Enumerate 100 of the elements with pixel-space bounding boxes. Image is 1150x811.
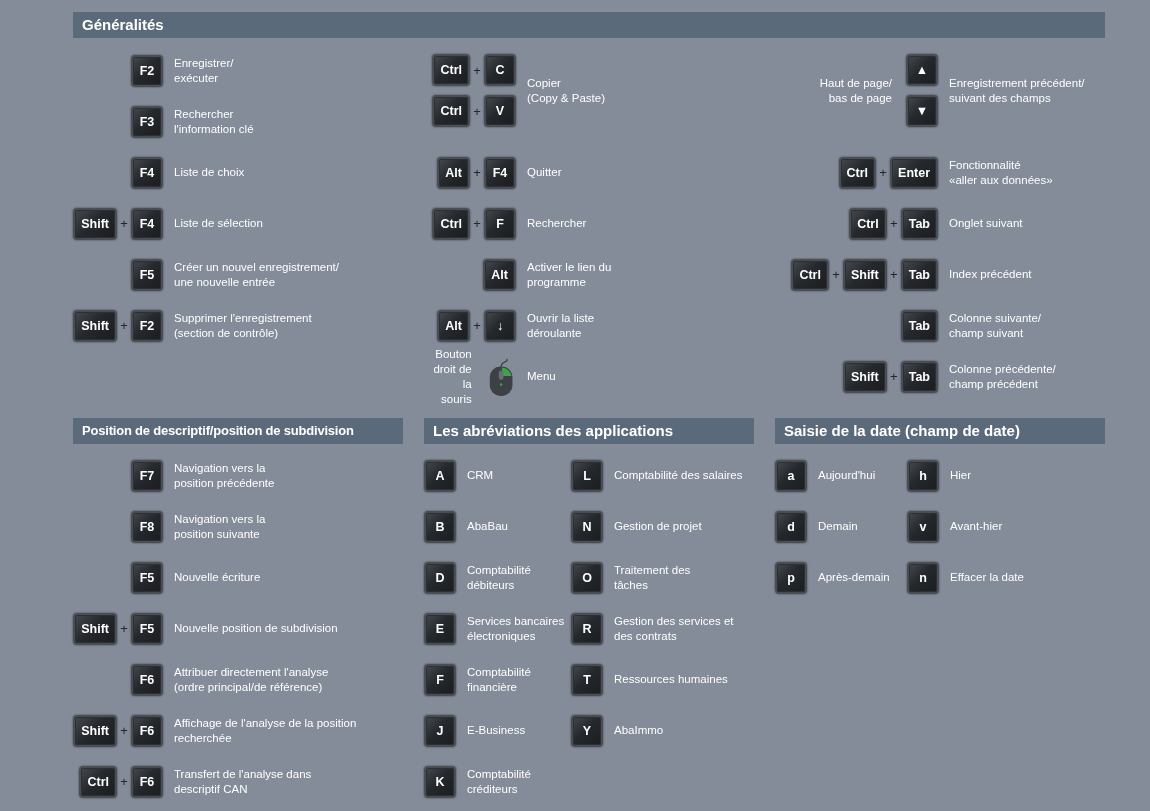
key-cap: T [571, 663, 603, 696]
section-header: Saisie de la date (champ de date) [775, 418, 1105, 444]
key-cap: F2 [131, 54, 163, 87]
key-cap: Ctrl [791, 258, 829, 291]
shortcut-description: Rechercher [527, 216, 587, 231]
key-cap: F6 [131, 663, 163, 696]
shortcut-description: Colonne suivante/ champ suivant [949, 310, 1042, 341]
key-cap: B [424, 510, 456, 543]
key-cap: F4 [131, 207, 163, 240]
shortcut-description: Liste de choix [174, 165, 245, 180]
shortcut-description: Services bancaires électroniques [467, 613, 565, 644]
plus-sign: + [119, 774, 129, 789]
shortcut-description: Navigation vers la position précédente [174, 460, 275, 491]
key-cap: Tab [900, 309, 938, 342]
key-cap: ▼ [906, 95, 938, 127]
key-cap: F5 [131, 612, 163, 645]
shortcut-description: Transfert de l'analyse dans descriptif CAN [174, 766, 312, 797]
key-cap: N [571, 510, 603, 543]
shortcut-description: Aujourd'hui [818, 468, 876, 483]
key-cap: Alt [483, 258, 516, 291]
key-cap: Ctrl [432, 54, 470, 86]
shortcut-description: AbaBau [467, 519, 508, 534]
key-cap: Ctrl [432, 207, 470, 240]
plus-sign: + [119, 723, 129, 738]
key-cap: A [424, 459, 456, 492]
key-cap: Tab [900, 258, 938, 291]
shortcut-description: Nouvelle écriture [174, 570, 261, 585]
shortcut-description: Comptabilité débiteurs [467, 562, 531, 593]
shortcut-description: Comptabilité créditeurs [467, 766, 531, 797]
key-cap: Alt [437, 156, 470, 189]
key-cap: R [571, 612, 603, 645]
key-cap: Shift [73, 207, 117, 240]
key-cap: Shift [842, 360, 887, 393]
key-cap: Ctrl [838, 156, 877, 189]
shortcut-description: Traitement des tâches [614, 562, 691, 593]
plus-sign: + [119, 318, 129, 333]
shortcut-description: Demain [818, 519, 858, 534]
key-cap: F6 [131, 765, 163, 798]
shortcut-description: AbaImmo [614, 723, 664, 738]
key-cap: F [424, 663, 456, 696]
key-cap: E [424, 612, 456, 645]
key-cap: K [424, 765, 456, 798]
shortcut-description: Ressources humaines [614, 672, 728, 687]
shortcut-description: Index précédent [949, 267, 1032, 282]
shortcut-description: Copier (Copy & Paste) [527, 75, 605, 106]
shortcut-description: Affichage de l'analyse de la position recherchée [174, 715, 357, 746]
shortcut-description: Comptabilité des salaires [614, 468, 743, 483]
plus-sign: + [888, 267, 899, 282]
shortcut-description: Nouvelle position de subdivision [174, 621, 338, 636]
plus-sign: + [472, 216, 482, 231]
shortcut-description: Liste de sélection [174, 216, 263, 231]
key-cap: O [571, 561, 603, 594]
shortcut-description: Colonne précédente/ champ précédent [949, 361, 1056, 392]
key-cap: F3 [131, 105, 163, 138]
key-cap: F8 [131, 510, 163, 543]
key-cap: Ctrl [849, 207, 887, 240]
section-header: Généralités [73, 12, 1105, 38]
key-cap: Y [571, 714, 603, 747]
section-header: Position de descriptif/position de subdivision [73, 418, 403, 444]
shortcut-description: Rechercher l'information clé [174, 106, 254, 137]
key-cap: Tab [900, 360, 938, 393]
key-cap: v [907, 510, 939, 543]
shortcut-description: Créer un nouvel enregistrement/ une nouvelle entrée [174, 259, 339, 290]
key-cap: h [907, 459, 939, 492]
shortcut-description: Onglet suivant [949, 216, 1023, 231]
key-cap: F4 [131, 156, 163, 189]
shortcut-description: Comptabilité financière [467, 664, 531, 695]
plus-sign: + [831, 267, 841, 282]
key-cap: Ctrl [432, 95, 470, 127]
key-cap: D [424, 561, 456, 594]
shortcut-description: Enregistrer/ exécuter [174, 55, 234, 86]
key-cap: C [484, 54, 516, 86]
shortcut-description: Menu [527, 369, 556, 384]
key-cap: F4 [484, 156, 516, 189]
key-cap: V [484, 95, 516, 127]
key-cap: Shift [842, 258, 887, 291]
shortcut-description: Supprimer l'enregistrement (section de contrôle) [174, 310, 312, 341]
plus-sign: + [472, 62, 482, 78]
plus-sign: + [888, 369, 899, 384]
shortcut-description: Activer le lien du programme [527, 259, 612, 290]
plus-sign: + [472, 103, 482, 119]
key-cap: Tab [900, 207, 938, 240]
key-cap: F7 [131, 459, 163, 492]
side-label: Haut de page/ bas de page [819, 75, 892, 106]
plus-sign: + [119, 216, 129, 231]
key-cap: Shift [73, 714, 117, 747]
shortcut-description: Ouvrir la liste déroulante [527, 310, 595, 341]
key-cap: Ctrl [79, 765, 117, 798]
shortcut-description: Hier [950, 468, 972, 483]
shortcut-description: Après-demain [818, 570, 890, 585]
shortcut-description: Fonctionnalité «aller aux données» [949, 157, 1053, 188]
key-cap: d [775, 510, 807, 543]
key-cap: F5 [131, 561, 163, 594]
key-cap: Shift [73, 309, 117, 342]
shortcut-description: Quitter [527, 165, 562, 180]
side-label: Bouton droit de la souris [432, 346, 472, 407]
plus-sign: + [878, 165, 888, 180]
plus-sign: + [472, 165, 482, 180]
key-cap: Shift [73, 612, 117, 645]
key-cap: F2 [131, 309, 163, 342]
